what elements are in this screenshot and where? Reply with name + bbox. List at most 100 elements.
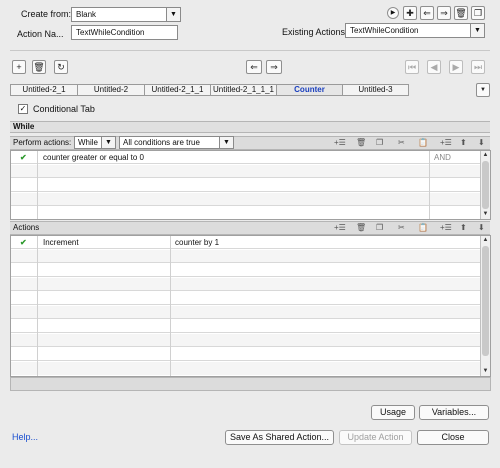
conditions-scrollbar[interactable]: ▲ ▼ (480, 151, 490, 219)
table-row (11, 362, 481, 375)
column-divider (37, 151, 38, 219)
move-up-icon[interactable]: ⬆ (460, 223, 467, 232)
actions-scrollbar[interactable]: ▲ ▼ (480, 236, 490, 376)
conditional-tab-label: Conditional Tab (33, 104, 95, 114)
check-icon[interactable]: ✔ (20, 151, 27, 164)
scroll-thumb[interactable] (482, 161, 489, 209)
action-name-field[interactable]: TextWhileCondition (71, 25, 178, 40)
actions-header: Actions (13, 223, 40, 232)
existing-actions-select[interactable]: TextWhileCondition ▼ (345, 23, 485, 38)
tabs-dropdown-icon[interactable]: ▼ (476, 83, 490, 97)
tab-untitled-3[interactable]: Untitled-3 (342, 84, 409, 96)
actions-table: ✔ Increment counter by 1 ▲ ▼ (10, 235, 491, 377)
usage-button[interactable]: Usage (371, 405, 415, 420)
import-tab-icon[interactable]: ⇐ (246, 60, 262, 74)
import-icon[interactable]: ⇐ (420, 6, 434, 20)
cut-icon[interactable]: ✂ (398, 138, 405, 147)
table-row (11, 165, 481, 178)
play-icon[interactable]: ▶ (387, 7, 399, 19)
help-link[interactable]: Help... (12, 432, 38, 442)
column-divider (37, 236, 38, 376)
close-button[interactable]: Close (417, 430, 489, 445)
next-icon[interactable]: ▶ (449, 60, 463, 74)
move-up-icon[interactable]: ⬆ (460, 138, 467, 147)
table-row[interactable]: ✔ Increment counter by 1 (11, 236, 481, 249)
table-row (11, 207, 481, 220)
conditions-table: ✔ counter greater or equal to 0 AND ▲ ▼ (10, 150, 491, 220)
previous-icon[interactable]: ◀ (427, 60, 441, 74)
action-name-label: Action Na... (17, 29, 64, 39)
tab-untitled-2-1-1[interactable]: Untitled-2_1_1 (144, 84, 210, 96)
chevron-up-icon[interactable]: ▲ (481, 236, 490, 245)
table-row (11, 348, 481, 361)
divider (10, 50, 490, 51)
chevron-down-icon: ▼ (166, 8, 180, 21)
existing-actions-label: Existing Actions: (282, 27, 348, 37)
tab-untitled-2-1-1-1[interactable]: Untitled-2_1_1_1 (210, 84, 276, 96)
table-row (11, 250, 481, 263)
perform-mode-value: While (78, 138, 99, 147)
table-row (11, 193, 481, 206)
trash-icon[interactable]: 🗑 (356, 223, 366, 232)
create-from-value: Blank (76, 10, 97, 19)
trash-icon[interactable]: 🗑 (32, 60, 46, 74)
scroll-thumb[interactable] (482, 246, 489, 356)
conditions-toolbar: +☰ 🗑 ❐ ✂ 📋 +☰ ⬆ ⬇ (330, 137, 490, 149)
table-row[interactable]: ✔ counter greater or equal to 0 AND (11, 151, 481, 164)
table-row (11, 306, 481, 319)
action-params: counter by 1 (175, 238, 220, 247)
condition-text: counter greater or equal to 0 (43, 153, 144, 162)
condition-join: AND (434, 153, 451, 162)
add-row-icon[interactable]: +☰ (334, 138, 346, 147)
duplicate-icon[interactable]: ❐ (471, 6, 485, 20)
actions-toolbar: +☰ 🗑 ❐ ✂ 📋 +☰ ⬆ ⬇ (330, 222, 490, 234)
chevron-down-icon: ▼ (219, 137, 233, 148)
paste-icon[interactable]: 📋 (418, 223, 428, 232)
export-tab-icon[interactable]: ⇒ (266, 60, 282, 74)
trash-icon[interactable]: 🗑 (356, 138, 366, 147)
while-header: While (10, 121, 490, 133)
move-down-icon[interactable]: ⬇ (478, 223, 485, 232)
insert-row-icon[interactable]: +☰ (440, 223, 452, 232)
tab-counter[interactable]: Counter (276, 84, 342, 96)
add-row-icon[interactable]: +☰ (334, 223, 346, 232)
first-icon[interactable]: ⏮ (405, 60, 419, 74)
perform-mode-select[interactable]: While ▼ (74, 136, 116, 149)
chevron-down-icon: ▼ (470, 24, 484, 37)
chevron-up-icon[interactable]: ▲ (481, 151, 490, 160)
paste-icon[interactable]: 📋 (418, 138, 428, 147)
export-icon[interactable]: ⇒ (437, 6, 451, 20)
conditional-tab-checkbox[interactable]: ✓ (18, 104, 28, 114)
copy-icon[interactable]: ❐ (376, 223, 383, 232)
table-row (11, 292, 481, 305)
table-row (11, 264, 481, 277)
variables-button[interactable]: Variables... (419, 405, 489, 420)
reload-icon[interactable]: ↻ (54, 60, 68, 74)
last-icon[interactable]: ⏭ (471, 60, 485, 74)
table-row (11, 278, 481, 291)
action-name: Increment (43, 238, 79, 247)
column-divider (170, 236, 171, 376)
move-down-icon[interactable]: ⬇ (478, 138, 485, 147)
add-tab-icon[interactable]: + (12, 60, 26, 74)
cut-icon[interactable]: ✂ (398, 223, 405, 232)
trash-icon[interactable]: 🗑 (454, 6, 468, 20)
chevron-down-icon[interactable]: ▼ (481, 210, 490, 219)
conditions-mode-select[interactable]: All conditions are true ▼ (119, 136, 234, 149)
existing-actions-value: TextWhileCondition (350, 26, 419, 35)
insert-row-icon[interactable]: +☰ (440, 138, 452, 147)
add-action-icon[interactable]: ✚ (403, 6, 417, 20)
perform-actions-label: Perform actions: (13, 138, 72, 147)
tab-untitled-2-1[interactable]: Untitled-2_1 (10, 84, 77, 96)
tab-untitled-2[interactable]: Untitled-2 (77, 84, 144, 96)
create-from-select[interactable]: Blank ▼ (71, 7, 181, 22)
table-row (11, 320, 481, 333)
create-from-label: Create from: (21, 9, 72, 19)
chevron-down-icon[interactable]: ▼ (481, 367, 490, 376)
check-icon[interactable]: ✔ (20, 236, 27, 249)
copy-icon[interactable]: ❐ (376, 138, 383, 147)
update-action-button[interactable]: Update Action (339, 430, 412, 445)
table-row (11, 179, 481, 192)
save-as-shared-button[interactable]: Save As Shared Action... (225, 430, 334, 445)
chevron-down-icon: ▼ (101, 137, 115, 148)
